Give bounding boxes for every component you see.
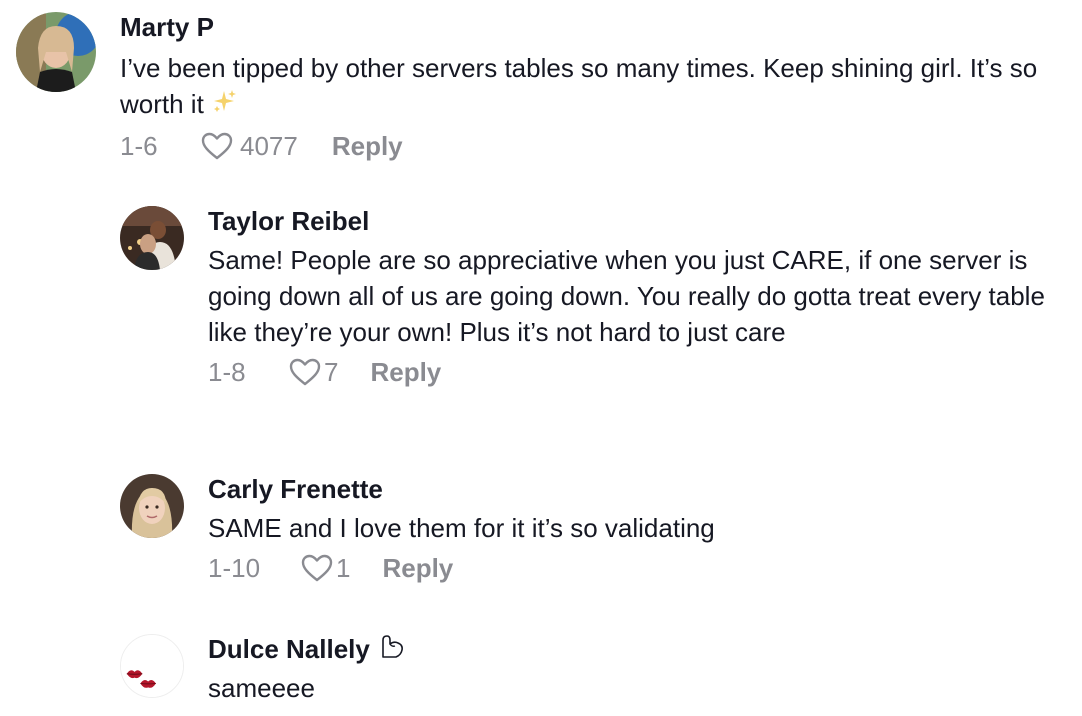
- avatar-image: [120, 206, 184, 270]
- reply-button[interactable]: Reply: [332, 131, 403, 162]
- flexed-arm-icon: [378, 632, 406, 666]
- comment-date: 1-6: [120, 130, 158, 161]
- heart-icon: [300, 553, 334, 583]
- reply-button[interactable]: Reply: [370, 357, 441, 388]
- avatar[interactable]: [16, 12, 96, 92]
- comment-username-text: Dulce Nallely: [208, 634, 370, 664]
- avatar[interactable]: [120, 206, 184, 270]
- like-count: 7: [324, 356, 339, 387]
- comment-text: Same! People are so appreciative when yo…: [208, 245, 1045, 347]
- sparkles-icon: [210, 87, 238, 124]
- avatar[interactable]: [120, 474, 184, 538]
- comment-meta: 1-10 1 Reply: [208, 550, 1058, 586]
- comment-username[interactable]: Taylor Reibel: [208, 206, 1058, 236]
- comment-item: Dulce Nallely sameeee: [120, 634, 1060, 706]
- like-count: 1: [336, 552, 351, 583]
- comment-text: sameeee: [208, 673, 315, 703]
- comment-item: Marty P I’ve been tipped by other server…: [16, 12, 1066, 164]
- heart-icon: [200, 131, 234, 161]
- avatar[interactable]: [120, 634, 184, 698]
- comment-username[interactable]: Dulce Nallely: [208, 634, 1058, 664]
- like-count: 4077: [240, 130, 298, 161]
- reply-button[interactable]: Reply: [382, 553, 453, 584]
- like-button[interactable]: 4077: [200, 131, 298, 162]
- comment-username[interactable]: Marty P: [120, 12, 1040, 42]
- avatar-image: [121, 635, 183, 697]
- comment-meta: 1-6 4077 Reply: [120, 128, 1040, 164]
- heart-icon: [288, 357, 322, 387]
- like-button[interactable]: 7: [288, 357, 338, 388]
- comment-item: Taylor Reibel Same! People are so apprec…: [120, 206, 1060, 390]
- comment-date: 1-10: [208, 552, 261, 583]
- avatar-image: [16, 12, 96, 92]
- comment-meta: 1-8 7 Reply: [208, 354, 1058, 390]
- comment-item: Carly Frenette SAME and I love them for …: [120, 474, 1060, 586]
- comment-username[interactable]: Carly Frenette: [208, 474, 1058, 504]
- like-button[interactable]: 1: [300, 553, 350, 584]
- avatar-image: [120, 474, 184, 538]
- comment-text: I’ve been tipped by other servers tables…: [120, 50, 1040, 124]
- comment-date: 1-8: [208, 356, 246, 387]
- comment-text-content: I’ve been tipped by other servers tables…: [120, 53, 1038, 119]
- comment-text: SAME and I love them for it it’s so vali…: [208, 513, 715, 543]
